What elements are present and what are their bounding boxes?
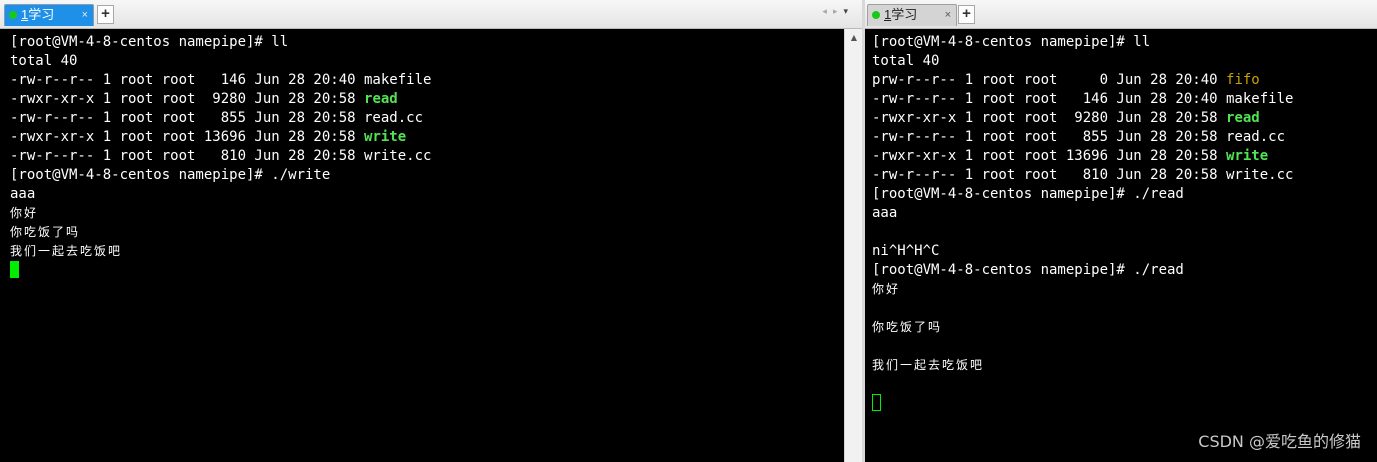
terminal-line: -rwxr-xr-x 1 root root 13696 Jun 28 20:5… bbox=[872, 147, 1377, 166]
terminal-line-text: aaa bbox=[872, 205, 898, 221]
executable-file-name: read bbox=[364, 91, 398, 107]
terminal-line-text: -rw-r--r-- 1 root root 146 Jun 28 20:40 … bbox=[10, 72, 432, 88]
tab-label: 学习 bbox=[891, 7, 918, 22]
watermark: CSDN @爱吃鱼的修猫 bbox=[1198, 432, 1361, 451]
terminal-line: 你好 bbox=[872, 280, 1377, 299]
terminal-line-text: 我们一起去吃饭吧 bbox=[872, 358, 985, 372]
connection-status-icon bbox=[9, 11, 17, 19]
executable-file-name: write bbox=[1226, 148, 1269, 164]
terminal-line: aaa bbox=[10, 185, 844, 204]
add-tab-button[interactable]: + bbox=[958, 5, 975, 24]
terminal-line: 你吃饭了吗 bbox=[10, 223, 844, 242]
terminal-line: aaa bbox=[872, 204, 1377, 223]
terminal-line: -rw-r--r-- 1 root root 855 Jun 28 20:58 … bbox=[10, 109, 844, 128]
terminal-line-text: -rw-r--r-- 1 root root 146 Jun 28 20:40 … bbox=[872, 91, 1294, 107]
tab-label: 学习 bbox=[28, 7, 55, 22]
tab-study-left[interactable]: 1学习 × bbox=[4, 4, 94, 26]
terminal-line-text: -rw-r--r-- 1 root root 855 Jun 28 20:58 … bbox=[10, 110, 424, 126]
terminal-line-text: 我们一起去吃饭吧 bbox=[10, 244, 123, 258]
terminal-line-text: 你吃饭了吗 bbox=[10, 225, 81, 239]
left-tab-bar: 1学习 × + ◂▸▾ bbox=[0, 0, 862, 29]
scroll-up-icon[interactable]: ▲ bbox=[845, 31, 863, 45]
terminal-line: [root@VM-4-8-centos namepipe]# ll bbox=[872, 33, 1377, 52]
terminal-line-text: -rwxr-xr-x 1 root root 9280 Jun 28 20:58 bbox=[872, 110, 1227, 126]
terminal-line: 你好 bbox=[10, 204, 844, 223]
tab-prev-icon[interactable]: ◂ bbox=[822, 7, 833, 17]
terminal-line: total 40 bbox=[10, 52, 844, 71]
close-tab-icon[interactable]: × bbox=[82, 5, 88, 25]
terminal-line: [root@VM-4-8-centos namepipe]# ./read bbox=[872, 185, 1377, 204]
terminal-line-text: [root@VM-4-8-centos namepipe]# ll bbox=[872, 34, 1151, 50]
terminal-line: -rwxr-xr-x 1 root root 9280 Jun 28 20:58… bbox=[10, 90, 844, 109]
terminal-line-text: ni^H^H^C bbox=[872, 243, 940, 259]
terminal-line-text: -rw-r--r-- 1 root root 810 Jun 28 20:58 … bbox=[10, 148, 432, 164]
left-terminal-pane: 1学习 × + ◂▸▾ [root@VM-4-8-centos namepipe… bbox=[0, 0, 863, 462]
terminal-line: -rw-r--r-- 1 root root 855 Jun 28 20:58 … bbox=[872, 128, 1377, 147]
executable-file-name: read bbox=[1226, 110, 1260, 126]
terminal-line: 你吃饭了吗 bbox=[872, 318, 1377, 337]
terminal-line-text: [root@VM-4-8-centos namepipe]# ll bbox=[10, 34, 289, 50]
terminal-line-text: -rwxr-xr-x 1 root root 9280 Jun 28 20:58 bbox=[10, 91, 365, 107]
terminal-line-text: [root@VM-4-8-centos namepipe]# ./read bbox=[872, 262, 1184, 278]
terminal-output-right[interactable]: [root@VM-4-8-centos namepipe]# ll total 4… bbox=[865, 29, 1377, 462]
terminal-line: prw-r--r-- 1 root root 0 Jun 28 20:40 fi… bbox=[872, 71, 1377, 90]
text-cursor bbox=[10, 261, 19, 278]
terminal-line-text: -rw-r--r-- 1 root root 810 Jun 28 20:58 … bbox=[872, 167, 1294, 183]
terminal-line: -rw-r--r-- 1 root root 146 Jun 28 20:40 … bbox=[872, 90, 1377, 109]
terminal-line: -rw-r--r-- 1 root root 810 Jun 28 20:58 … bbox=[872, 166, 1377, 185]
terminal-line: total 40 bbox=[872, 52, 1377, 71]
terminal-line: [root@VM-4-8-centos namepipe]# ./write bbox=[10, 166, 844, 185]
terminal-line-text: total 40 bbox=[10, 53, 78, 69]
add-tab-button[interactable]: + bbox=[97, 5, 114, 24]
tab-study-right[interactable]: 1学习 × bbox=[867, 4, 957, 26]
terminal-line: 我们一起去吃饭吧 bbox=[872, 356, 1377, 375]
terminal-line: -rwxr-xr-x 1 root root 13696 Jun 28 20:5… bbox=[10, 128, 844, 147]
right-tab-bar: 1学习 × + bbox=[865, 0, 1377, 29]
terminal-line-text: [root@VM-4-8-centos namepipe]# ./read bbox=[872, 186, 1184, 202]
terminal-output-left[interactable]: [root@VM-4-8-centos namepipe]# ll total 4… bbox=[0, 29, 844, 462]
fifo-file-name: fifo bbox=[1226, 72, 1260, 88]
terminal-line-text: [root@VM-4-8-centos namepipe]# ./write bbox=[10, 167, 331, 183]
terminal-prompt-line bbox=[872, 394, 1377, 413]
terminal-line-text: aaa bbox=[10, 186, 36, 202]
terminal-line-text: -rwxr-xr-x 1 root root 13696 Jun 28 20:5… bbox=[10, 129, 365, 145]
tab-navigation: ◂▸▾ bbox=[822, 7, 854, 17]
close-tab-icon[interactable]: × bbox=[945, 5, 951, 25]
text-cursor bbox=[872, 394, 881, 411]
tab-list-dropdown-icon[interactable]: ▾ bbox=[843, 7, 854, 17]
terminal-prompt-line bbox=[10, 261, 844, 280]
terminal-line-text: 你吃饭了吗 bbox=[872, 320, 943, 334]
terminal-line: [root@VM-4-8-centos namepipe]# ./read bbox=[872, 261, 1377, 280]
executable-file-name: write bbox=[364, 129, 407, 145]
terminal-line: -rwxr-xr-x 1 root root 9280 Jun 28 20:58… bbox=[872, 109, 1377, 128]
terminal-line-text: prw-r--r-- 1 root root 0 Jun 28 20:40 bbox=[872, 72, 1227, 88]
terminal-line-text: total 40 bbox=[872, 53, 940, 69]
terminal-line-text: 你好 bbox=[10, 206, 39, 220]
right-terminal-pane: 1学习 × + [root@VM-4-8-centos namepipe]# l… bbox=[865, 0, 1377, 462]
connection-status-icon bbox=[872, 11, 880, 19]
tab-next-icon[interactable]: ▸ bbox=[833, 7, 844, 17]
terminal-line: ni^H^H^C bbox=[872, 242, 1377, 261]
terminal-line: -rw-r--r-- 1 root root 810 Jun 28 20:58 … bbox=[10, 147, 844, 166]
terminal-line: [root@VM-4-8-centos namepipe]# ll bbox=[10, 33, 844, 52]
terminal-scrollbar[interactable]: ▲ bbox=[844, 29, 863, 462]
terminal-line-text: -rw-r--r-- 1 root root 855 Jun 28 20:58 … bbox=[872, 129, 1286, 145]
terminal-line: -rw-r--r-- 1 root root 146 Jun 28 20:40 … bbox=[10, 71, 844, 90]
terminal-line-text: 你好 bbox=[872, 282, 901, 296]
terminal-line-text: -rwxr-xr-x 1 root root 13696 Jun 28 20:5… bbox=[872, 148, 1227, 164]
terminal-line: 我们一起去吃饭吧 bbox=[10, 242, 844, 261]
